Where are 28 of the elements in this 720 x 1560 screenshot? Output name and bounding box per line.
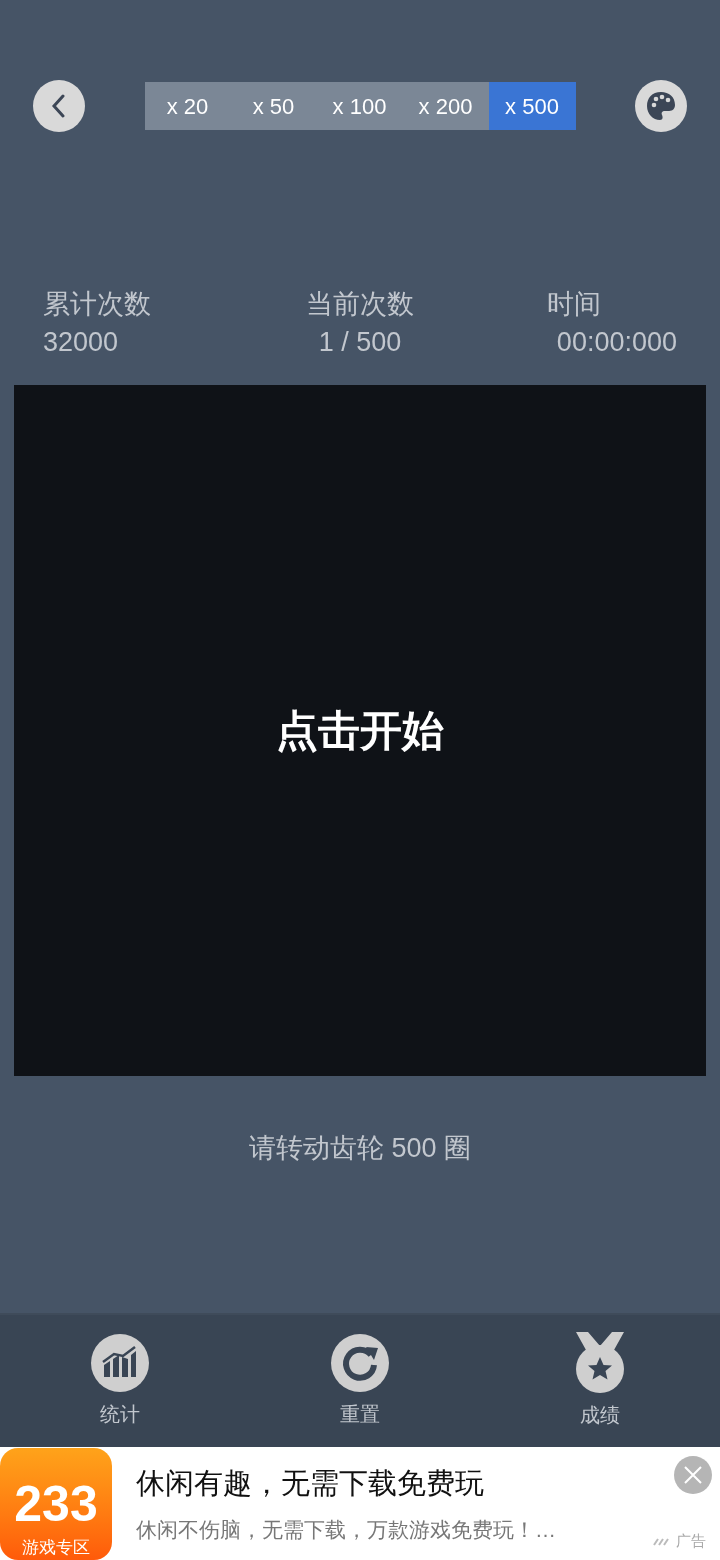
- stat-label: 累计次数: [43, 288, 151, 321]
- stat-label: 时间: [547, 288, 602, 321]
- palette-icon: [645, 90, 677, 122]
- stat-value: 1 / 500: [318, 326, 402, 359]
- multiplier-tab[interactable]: x 20: [144, 82, 231, 130]
- stat-value: 00:00:000: [556, 326, 677, 359]
- multiplier-tab[interactable]: x 100: [316, 82, 403, 130]
- stat-label: 当前次数: [306, 288, 414, 321]
- palette-button[interactable]: [635, 80, 687, 132]
- multiplier-tab[interactable]: x 200: [402, 82, 489, 130]
- reset-icon: [330, 1333, 390, 1393]
- ad-subtitle: 休闲不伤脑，无需下载，万款游戏免费玩！…: [136, 1516, 556, 1543]
- medal-icon: [574, 1332, 626, 1394]
- ad-title: 休闲有趣，无需下载免费玩: [136, 1466, 485, 1501]
- nav-item[interactable]: 重置: [240, 1315, 480, 1447]
- start-prompt: 点击开始: [276, 706, 444, 756]
- ad-label: 广告: [676, 1530, 706, 1551]
- nav-item[interactable]: 统计: [0, 1315, 240, 1447]
- close-icon: [683, 1465, 703, 1485]
- app-logo: 233 游戏专区: [0, 1447, 112, 1560]
- multiplier-tab[interactable]: x 500: [488, 82, 576, 130]
- multiplier-tab[interactable]: x 50: [230, 82, 317, 130]
- nav-item[interactable]: 成绩: [480, 1315, 720, 1447]
- hint-text: 请转动齿轮 500 圈: [248, 1132, 472, 1165]
- chart-icon: [90, 1333, 150, 1393]
- stat-value: 32000: [43, 326, 119, 359]
- game-board[interactable]: 点击开始: [14, 385, 706, 1076]
- back-button[interactable]: [33, 80, 85, 132]
